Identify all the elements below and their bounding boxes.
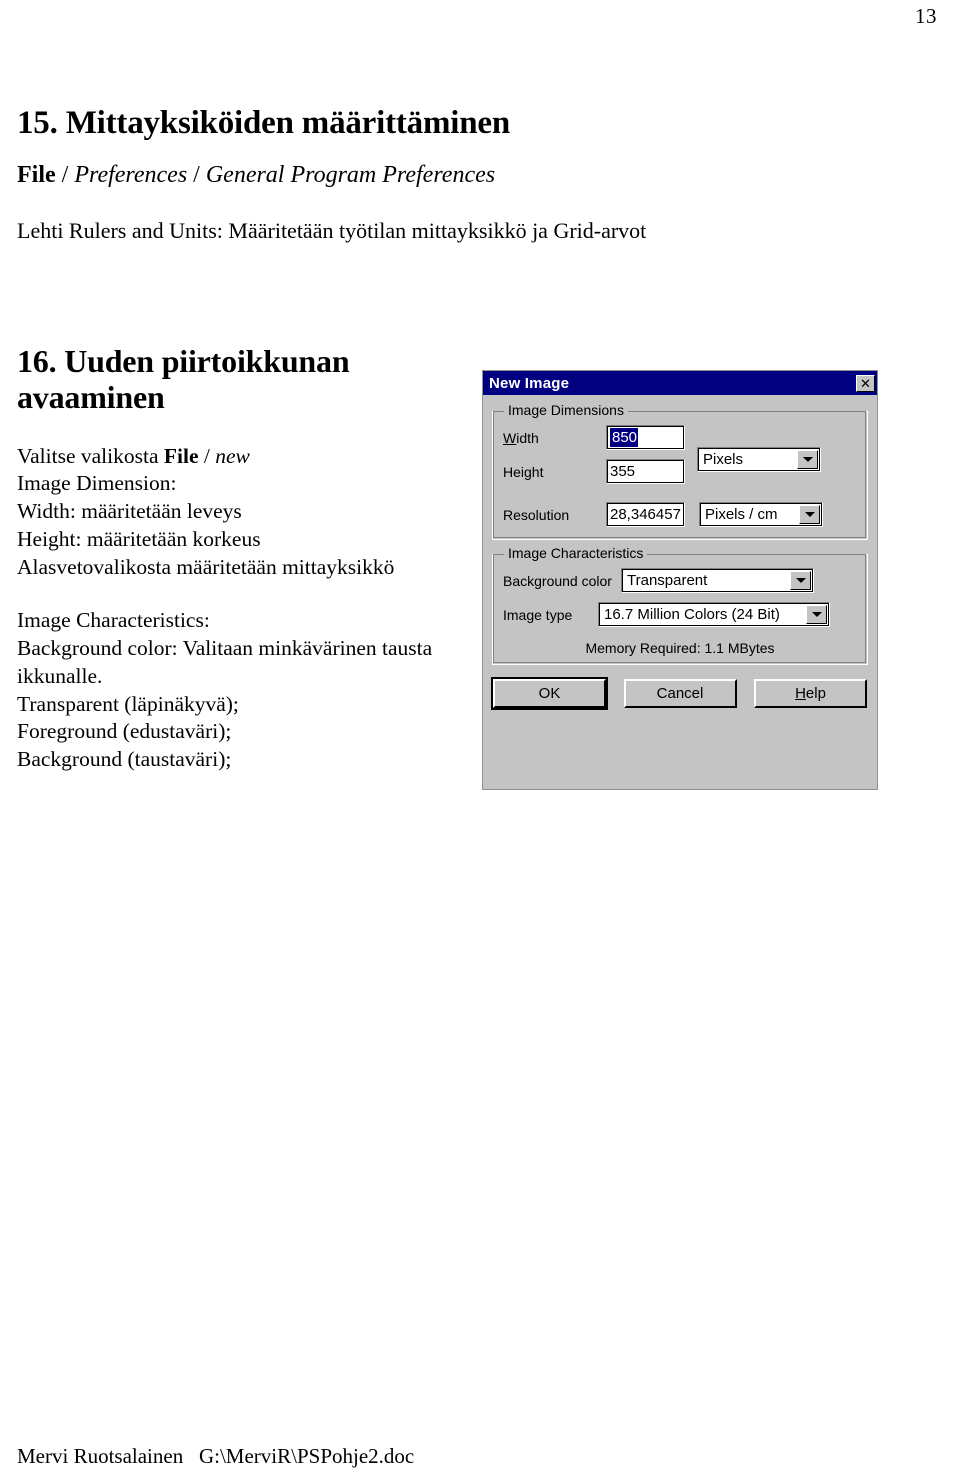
width-input[interactable]: 850 — [606, 425, 685, 450]
height-label: Height — [503, 463, 544, 480]
size-unit-select[interactable]: Pixels — [697, 447, 821, 472]
image-type-label: Image type — [503, 606, 573, 623]
height-value: 355 — [610, 463, 636, 480]
choose-prefix: Valitse valikosta — [17, 443, 164, 468]
menu-path-preferences: Preferences — [74, 161, 188, 188]
dimension-line: Image Dimension: — [17, 471, 177, 496]
menu-path-general-program-preferences: General Program Preferences — [205, 161, 496, 188]
background-color-value: Transparent — [627, 572, 708, 589]
cancel-button[interactable]: Cancel — [623, 679, 737, 708]
close-icon[interactable]: ✕ — [856, 374, 875, 392]
dimension-line: Width: määritetään leveys — [17, 499, 242, 524]
background-color-row: Background color Transparent — [503, 568, 857, 593]
characteristics-line: Foreground (edustaväri); — [17, 719, 232, 744]
dialog-title: New Image — [489, 374, 570, 392]
image-dimensions-group: Image Dimensions Width 850 Height 355 Pi… — [492, 402, 868, 540]
dimension-line: Alasvetovalikosta määritetään mittayksik… — [17, 554, 395, 579]
choose-sep: / — [198, 443, 216, 468]
resolution-value: 28,346457 — [610, 506, 681, 523]
section-15-heading: 15. Mittayksiköiden määrittäminen — [17, 105, 510, 141]
dimensions-left-column: Width 850 Height 355 — [503, 425, 685, 493]
width-value: 850 — [610, 428, 639, 447]
chevron-down-icon[interactable] — [806, 605, 827, 624]
dialog-body: Image Dimensions Width 850 Height 355 Pi… — [483, 395, 877, 716]
chevron-down-icon[interactable] — [799, 505, 820, 524]
chevron-down-icon[interactable] — [797, 450, 818, 469]
characteristics-line: Background color: Valitaan minkävärinen … — [17, 636, 433, 661]
menu-path-sep-2: / — [187, 161, 206, 188]
image-type-row: Image type 16.7 Million Colors (24 Bit) — [503, 602, 857, 627]
resolution-unit-select[interactable]: Pixels / cm — [699, 502, 823, 527]
page-number: 13 — [915, 4, 937, 28]
section-16-dimension-block: Valitse valikosta File / new Image Dimen… — [17, 443, 469, 582]
chevron-down-glyph — [795, 578, 806, 583]
menu-path-sep-1: / — [55, 161, 75, 188]
new-image-dialog: New Image ✕ Image Dimensions Width 850 H… — [482, 370, 878, 790]
dimensions-grid: Width 850 Height 355 Pixels — [503, 425, 857, 493]
image-type-value: 16.7 Million Colors (24 Bit) — [604, 606, 780, 623]
section-15: 15. Mittayksiköiden määrittäminen File /… — [17, 104, 717, 244]
height-input[interactable]: 355 — [606, 459, 685, 484]
dimension-line: Height: määritetään korkeus — [17, 526, 261, 551]
image-characteristics-group: Image Characteristics Background color T… — [492, 545, 868, 665]
section-15-lead: Lehti Rulers and Units: Määritetään työt… — [17, 217, 647, 243]
section-16-heading: 16. Uuden piirtoikkunan avaaminen — [17, 343, 350, 415]
resolution-row: Resolution 28,346457 Pixels / cm — [503, 502, 857, 527]
chevron-down-glyph — [804, 512, 815, 517]
resolution-input[interactable]: 28,346457 — [606, 502, 685, 527]
background-color-select[interactable]: Transparent — [621, 568, 814, 593]
section-15-menu-path: File / Preferences / General Program Pre… — [17, 161, 717, 190]
resolution-label: Resolution — [503, 506, 570, 523]
width-label: Width — [503, 429, 539, 446]
section-16: 16. Uuden piirtoikkunan avaaminen Valits… — [17, 343, 469, 774]
characteristics-line: ikkunalle. — [17, 663, 103, 688]
menu-path-file: File — [17, 161, 56, 188]
chevron-down-glyph — [802, 457, 813, 462]
background-color-label: Background color — [503, 572, 612, 589]
help-accel: H — [795, 685, 806, 702]
dimensions-right-column: Pixels — [685, 425, 857, 493]
section-16-characteristics-block: Image Characteristics: Background color:… — [17, 607, 469, 773]
chevron-down-glyph — [811, 612, 822, 617]
resolution-unit-value: Pixels / cm — [705, 506, 778, 523]
dialog-title-bar: New Image ✕ — [483, 371, 877, 395]
choose-new: new — [215, 443, 250, 468]
image-characteristics-group-label: Image Characteristics — [504, 545, 648, 561]
characteristics-line: Transparent (läpinäkyvä); — [17, 691, 239, 716]
choose-file: File — [163, 443, 199, 468]
height-row: Height 355 — [503, 459, 685, 484]
width-row: Width 850 — [503, 425, 685, 450]
chevron-down-icon[interactable] — [790, 571, 811, 590]
size-unit-value: Pixels — [703, 451, 744, 468]
image-dimensions-group-label: Image Dimensions — [504, 402, 628, 418]
memory-required-text: Memory Required: 1.1 MBytes — [585, 640, 775, 656]
document-footer: Mervi Ruotsalainen G:\MerviR\PSPohje2.do… — [17, 1444, 415, 1468]
characteristics-line: Image Characteristics: — [17, 608, 210, 633]
characteristics-line: Background (taustaväri); — [17, 747, 232, 771]
help-button[interactable]: Help — [754, 679, 867, 708]
ok-button[interactable]: OK — [491, 677, 608, 710]
dialog-button-row: OK Cancel Help — [491, 677, 868, 710]
choose-menu-line: Valitse valikosta File / new — [17, 443, 469, 471]
width-accel: W — [503, 429, 517, 446]
image-type-select[interactable]: 16.7 Million Colors (24 Bit) — [598, 602, 830, 627]
